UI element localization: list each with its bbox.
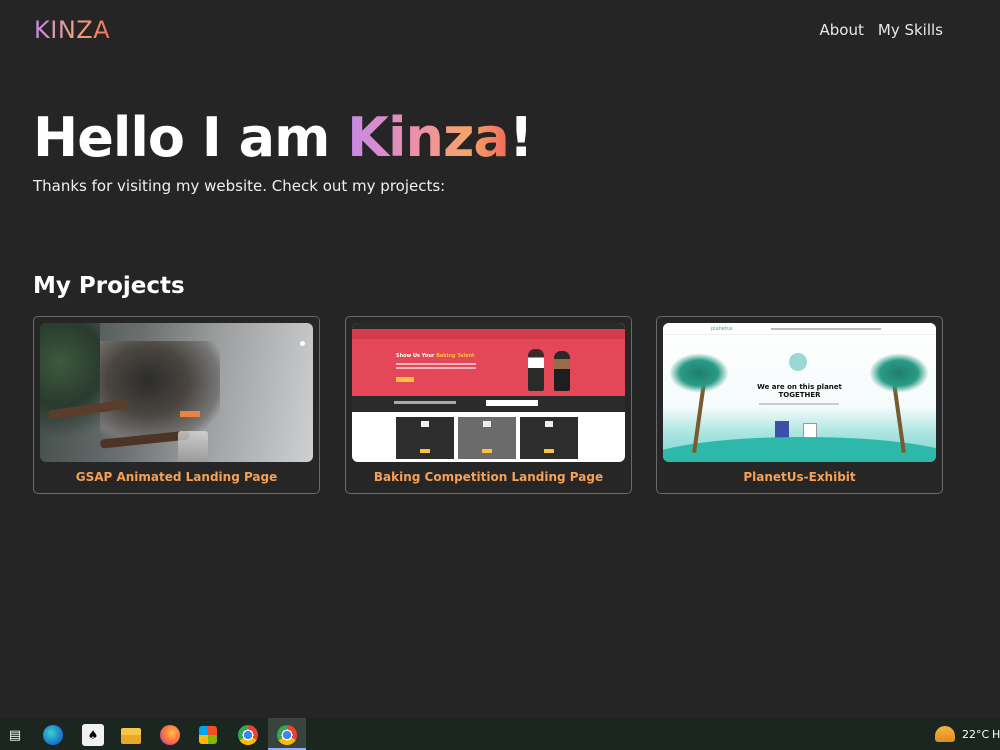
chrome-icon[interactable] — [238, 725, 258, 745]
nav-link-about[interactable]: About — [820, 21, 864, 39]
globe-icon — [789, 353, 807, 371]
weather-icon[interactable] — [935, 726, 955, 742]
feature-box-shape — [520, 417, 578, 459]
windows-taskbar: ▤ ♠ 22°C H — [0, 718, 1000, 750]
hero-title-prefix: Hello I am — [33, 106, 348, 169]
project-title[interactable]: Baking Competition Landing Page — [346, 470, 631, 484]
input-shape — [486, 400, 538, 406]
project-title[interactable]: PlanetUs-Exhibit — [657, 470, 942, 484]
feature-box-shape — [396, 417, 454, 459]
edge-icon[interactable] — [43, 725, 63, 745]
thumbnail-heading-accent: Baking Talent — [436, 353, 475, 359]
person-illustration — [554, 351, 570, 391]
site-nav-shape: planetus — [663, 323, 936, 335]
coffee-machine-shape — [100, 341, 220, 441]
plant-shape — [40, 323, 100, 462]
thumbnail-heading: Show Us Your Baking Talent — [396, 353, 474, 359]
thumbnail-brand: planetus — [711, 326, 733, 332]
project-thumbnail — [40, 323, 313, 462]
hero-subtitle: Thanks for visiting my website. Check ou… — [33, 177, 446, 195]
hill-shape — [663, 437, 936, 462]
firefox-icon[interactable] — [160, 725, 180, 745]
cup-shape — [178, 431, 208, 462]
hero-title-suffix: ! — [508, 106, 534, 169]
thumbnail-dot — [300, 341, 305, 346]
feature-box-shape — [458, 417, 516, 459]
site-nav-shape — [352, 329, 625, 339]
site-logo[interactable]: KINZA — [34, 16, 110, 44]
text-line-shape — [394, 401, 456, 404]
thumbnail-button-shape — [396, 377, 414, 382]
task-view-icon[interactable]: ▤ — [4, 724, 26, 746]
file-explorer-icon[interactable] — [121, 728, 141, 744]
project-title[interactable]: GSAP Animated Landing Page — [34, 470, 319, 484]
main-nav: About My Skills — [820, 21, 943, 39]
nav-link-my-skills[interactable]: My Skills — [878, 21, 943, 39]
text-lines-shape — [396, 363, 476, 365]
project-card-planetus[interactable]: planetus We are on this planet TOGETHER P… — [656, 316, 943, 494]
palm-leaves-shape — [869, 353, 929, 393]
thumbnail-button-shape — [180, 411, 200, 417]
project-card-gsap[interactable]: GSAP Animated Landing Page — [33, 316, 320, 494]
taskbar-overflow-text: H — [992, 728, 1000, 741]
thumbnail-heading-text: Show Us Your — [396, 353, 435, 359]
person-illustration — [528, 349, 544, 391]
text-line-shape — [759, 403, 839, 405]
site-hero-shape: Show Us Your Baking Talent — [352, 339, 625, 396]
weather-temperature[interactable]: 22°C — [962, 728, 989, 741]
projects-heading: My Projects — [33, 273, 185, 299]
project-thumbnail: planetus We are on this planet TOGETHER — [663, 323, 936, 462]
hero-title: Hello I am Kinza! — [33, 106, 534, 169]
chrome-icon[interactable] — [277, 725, 297, 745]
project-thumbnail: Show Us Your Baking Talent — [352, 323, 625, 462]
hero-name: Kinza — [347, 106, 510, 169]
solitaire-icon[interactable]: ♠ — [82, 724, 104, 746]
project-card-baking[interactable]: Show Us Your Baking Talent Baking Compet… — [345, 316, 632, 494]
microsoft-store-icon[interactable] — [199, 726, 217, 744]
palm-leaves-shape — [669, 353, 729, 393]
portfolio-page: KINZA About My Skills Hello I am Kinza! … — [0, 0, 1000, 750]
nav-links-shape — [771, 328, 881, 330]
